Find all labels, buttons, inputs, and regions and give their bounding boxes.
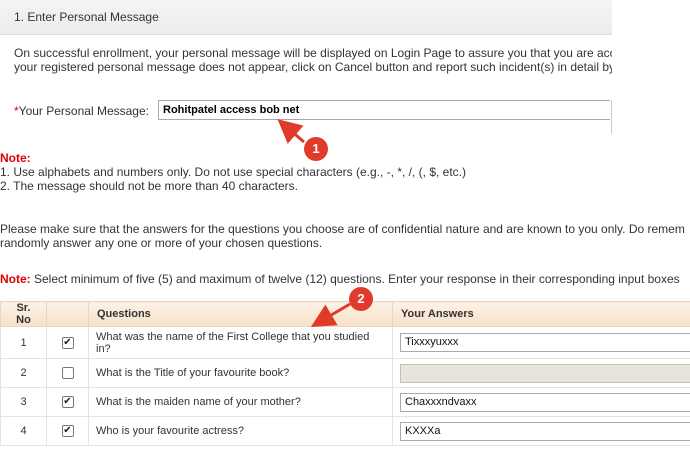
sr-no-cell: 3	[0, 387, 47, 417]
checkbox-cell: ✔	[46, 326, 89, 359]
answer-input[interactable]: Tixxxyuxxx	[400, 333, 690, 352]
section-title: 1. Enter Personal Message	[14, 10, 159, 24]
note-item-1: 1. Use alphabets and numbers only. Do no…	[0, 165, 467, 179]
checkbox-cell	[46, 358, 89, 388]
divider	[611, 100, 612, 134]
header-questions: Questions	[88, 301, 393, 327]
question-checkbox[interactable]: ✔	[61, 336, 74, 349]
header-sr-no: Sr. No	[0, 301, 47, 327]
note-title: Note:	[0, 272, 31, 286]
question-checkbox[interactable]: ✔	[61, 396, 74, 409]
personal-message-label: *Your Personal Message:	[14, 104, 149, 118]
personal-message-label-text: Your Personal Message:	[18, 104, 149, 118]
question-cell: What is the Title of your favourite book…	[88, 358, 393, 388]
security-questions-table: Sr. No Questions Your Answers 1 ✔ What w…	[0, 301, 690, 446]
answer-input[interactable]: KXXXa	[400, 421, 690, 441]
answer-cell: Tixxxyuxxx	[392, 326, 690, 359]
answer-input[interactable]: Chaxxxndvaxx	[400, 392, 690, 412]
intro-line-2: your registered personal message does no…	[14, 60, 612, 74]
sr-no-cell: 1	[0, 326, 47, 359]
message-note: Note: 1. Use alphabets and numbers only.…	[0, 151, 466, 193]
intro-text: On successful enrollment, your personal …	[14, 46, 612, 74]
header-answers: Your Answers	[392, 301, 690, 327]
answer-cell: KXXXa	[392, 416, 690, 446]
sr-no-cell: 4	[0, 416, 47, 446]
callout-badge-2: 2	[349, 287, 373, 311]
intro-line-1: On successful enrollment, your personal …	[14, 46, 612, 60]
answer-cell: Chaxxxndvaxx	[392, 387, 690, 417]
sr-no-cell: 2	[0, 358, 47, 388]
table-row: 4 ✔ Who is your favourite actress? KXXXa	[0, 416, 690, 446]
answer-cell	[392, 358, 690, 388]
header-check	[46, 301, 89, 327]
question-checkbox[interactable]: ✔	[61, 425, 74, 438]
question-checkbox[interactable]	[61, 367, 74, 380]
answer-input[interactable]	[400, 363, 690, 383]
table-row: 3 ✔ What is the maiden name of your moth…	[0, 387, 690, 417]
checkbox-cell: ✔	[46, 387, 89, 417]
note-title: Note:	[0, 151, 31, 165]
table-row: 2 What is the Title of your favourite bo…	[0, 358, 690, 388]
table-header-row: Sr. No Questions Your Answers	[0, 301, 690, 327]
note-item-2: 2. The message should not be more than 4…	[0, 179, 298, 193]
question-cell: What is the maiden name of your mother?	[88, 387, 393, 417]
personal-message-input[interactable]: Rohitpatel access bob net	[158, 100, 610, 120]
questions-note: Note: Select minimum of five (5) and max…	[0, 272, 690, 286]
confidentiality-line-2: randomly answer any one or more of your …	[0, 236, 323, 250]
confidentiality-line-1: Please make sure that the answers for th…	[0, 222, 685, 236]
section-header: 1. Enter Personal Message	[0, 0, 612, 35]
confidentiality-text: Please make sure that the answers for th…	[0, 222, 690, 250]
question-cell: Who is your favourite actress?	[88, 416, 393, 446]
questions-note-text: Select minimum of five (5) and maximum o…	[30, 272, 680, 286]
table-row: 1 ✔ What was the name of the First Colle…	[0, 326, 690, 359]
question-cell: What was the name of the First College t…	[88, 326, 393, 359]
checkbox-cell: ✔	[46, 416, 89, 446]
callout-badge-1: 1	[304, 137, 328, 161]
callout-1-arrow	[277, 119, 305, 144]
